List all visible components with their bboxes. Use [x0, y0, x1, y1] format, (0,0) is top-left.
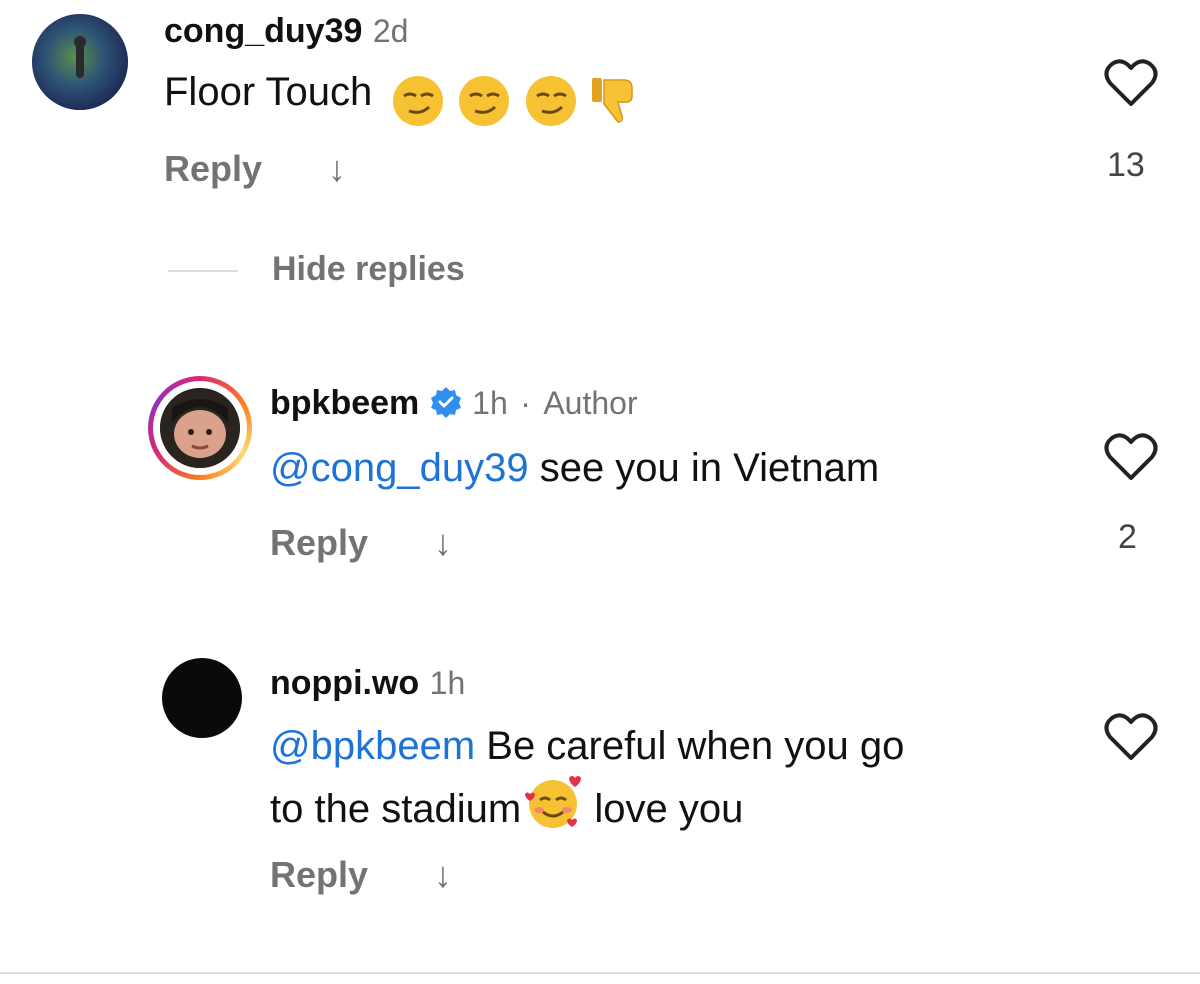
reply-text: see you in Vietnam — [528, 446, 880, 490]
reply-text-tail: love you — [583, 787, 744, 831]
mention-link[interactable]: @cong_duy39 — [270, 446, 529, 490]
thumbs-down-emoji — [592, 77, 633, 123]
username[interactable]: bpkbeem — [270, 384, 419, 422]
heart-outline-icon — [1104, 713, 1158, 760]
like-count: 13 — [1107, 146, 1145, 184]
smirk-emoji — [459, 75, 510, 126]
timestamp: 1h — [429, 665, 466, 701]
emoji-group — [391, 75, 640, 126]
heart-outline-icon — [1104, 433, 1158, 480]
timestamp: 2d — [372, 13, 409, 49]
smirk-emoji — [392, 75, 443, 126]
avatar[interactable] — [162, 658, 242, 738]
author-label: Author — [543, 385, 638, 421]
down-arrow-icon[interactable]: ↓ — [434, 522, 452, 564]
avatar-story-ring[interactable] — [148, 376, 252, 480]
reply-button[interactable]: Reply — [270, 522, 368, 564]
timestamp: 1h — [472, 385, 508, 421]
username[interactable]: cong_duy39 — [164, 12, 362, 50]
avatar[interactable] — [32, 14, 128, 110]
divider — [168, 270, 238, 272]
down-arrow-icon[interactable]: ↓ — [434, 854, 452, 896]
comment-text: Floor Touch — [164, 70, 373, 114]
reply-button[interactable]: Reply — [164, 148, 262, 190]
heart-outline-icon — [1104, 59, 1158, 106]
reply-text-line-2: to the stadium — [270, 787, 522, 831]
like-button[interactable] — [1104, 712, 1158, 762]
mention-link[interactable]: @bpkbeem — [270, 724, 475, 768]
smiling-hearts-emoji — [525, 776, 582, 828]
avatar — [160, 388, 240, 468]
verified-badge-icon — [430, 387, 461, 418]
like-button[interactable] — [1104, 432, 1158, 482]
separator: · — [520, 385, 531, 421]
like-count: 2 — [1118, 518, 1137, 556]
reply-text-line-1: Be careful when you go — [475, 724, 905, 768]
smirk-emoji — [525, 75, 576, 126]
reply-button[interactable]: Reply — [270, 854, 368, 896]
like-button[interactable] — [1104, 58, 1158, 108]
hide-replies-button[interactable]: Hide replies — [272, 250, 465, 289]
down-arrow-icon[interactable]: ↓ — [328, 148, 346, 190]
username[interactable]: noppi.wo — [270, 664, 419, 702]
bottom-divider — [0, 972, 1200, 974]
